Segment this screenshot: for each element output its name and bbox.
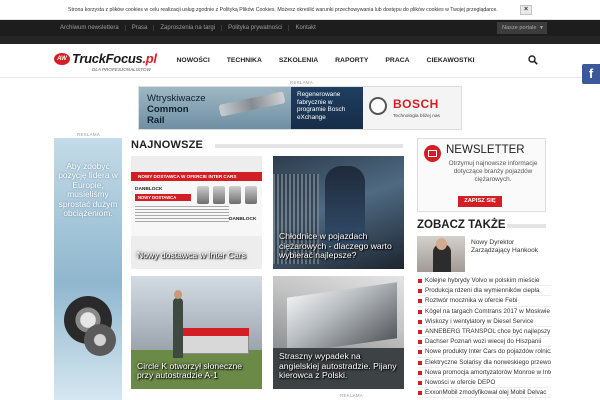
top-links: Archiwum newslettera Prasa Zaproszenia n… — [54, 20, 322, 36]
top-link-privacy[interactable]: Polityka prywatności — [222, 25, 290, 31]
top-link-archive[interactable]: Archiwum newslettera — [54, 25, 126, 31]
see-also-thumbnail[interactable] — [417, 236, 465, 272]
nav-item-tech[interactable]: TECHNIKA — [218, 57, 270, 64]
cookie-bar: Strona korzysta z plików cookies w celu … — [0, 0, 600, 20]
list-item[interactable]: Elektryczne Solarisy dla norweskiego prz… — [417, 358, 551, 368]
skyscraper-ad[interactable]: Aby zdobyć pozycję lidera w Europie, mus… — [54, 138, 122, 400]
envelope-icon — [428, 150, 437, 157]
banner-mid-text: Regenerowane fabrycznie w programie Bosc… — [297, 91, 346, 121]
bosch-slogan: Technologia bliżej nas — [393, 114, 440, 119]
top-bar-strip — [0, 36, 600, 44]
bosch-brand: BOSCH — [393, 97, 439, 111]
ad-label-top: REKLAMA — [290, 80, 314, 85]
newsletter-title: NEWSLETTER — [446, 144, 525, 156]
banner-brand-panel: BOSCH Technologia bliżej nas — [363, 87, 461, 129]
banner-injectors-panel: Wtryskiwacze Common Rail — [139, 87, 291, 129]
ad-label-bottom: REKLAMA — [340, 393, 364, 398]
injector-image — [218, 91, 286, 117]
brake-part-image — [197, 186, 209, 204]
brake-part-image — [245, 186, 257, 204]
nav-item-reports[interactable]: RAPORTY — [327, 57, 377, 64]
list-item[interactable]: Roztwór mocznika w ofercie Febi — [417, 296, 551, 307]
list-item[interactable]: Dachser Poznań wozi wiecej do Hiszpanii — [417, 337, 551, 348]
top-link-press[interactable]: Prasa — [126, 25, 155, 31]
top-link-contact[interactable]: Kontakt — [289, 25, 321, 31]
see-also-list: Kolejne hybrydy Volvo w polskim mieście … — [417, 276, 551, 399]
logo-name: TruckFocus — [72, 51, 143, 66]
news-tile[interactable]: Straszny wypadek na angielskiej autostra… — [273, 276, 404, 389]
tile-image — [131, 172, 262, 236]
list-item[interactable]: Nowe produkty Inter Cars do pojazdów rol… — [417, 347, 551, 358]
news-tile-title[interactable]: Chłodnice w pojazdach ciężarowych - dlac… — [279, 231, 397, 261]
main-nav: AW TruckFocus.pl DLA PROFESJONALISTÓW NO… — [0, 44, 600, 78]
list-item[interactable]: Wiskozy i wentylatory w Diesel Service — [417, 317, 551, 327]
newsletter-text: Otrzymuj najnowsze informacje dotyczące … — [448, 160, 538, 183]
brake-part-image — [213, 186, 225, 204]
section-divider — [215, 144, 403, 148]
tile-banner-text: NOWY DOSTAWCA W OFERCIE INTER CARS — [131, 172, 262, 181]
top-link-invitations[interactable]: Zaproszenia na targi — [154, 25, 223, 31]
cookie-text: Strona korzysta z plików cookies w celu … — [68, 7, 498, 13]
banner-left-title: Wtryskiwacze Common Rail — [147, 93, 206, 126]
tile-fine-print — [135, 206, 229, 224]
list-item[interactable]: Nowości w ofercie DEPO — [417, 378, 551, 389]
news-tile-title[interactable]: Circle K otworzył słoneczne przy autostr… — [137, 361, 255, 381]
list-item[interactable]: ANNEBERG TRANSPOL chce być najlepszy — [417, 327, 551, 338]
portals-label: Nasze portale — [502, 25, 537, 31]
tile-banner-text-2: NOWY DOSTAWCA — [135, 194, 191, 201]
news-tile[interactable]: Circle K otworzył słoneczne przy autostr… — [131, 276, 262, 389]
bosch-logo-icon — [369, 97, 387, 115]
bosch-banner-ad[interactable]: Wtryskiwacze Common Rail Regenerowane fa… — [138, 86, 462, 130]
list-item[interactable]: Kolejne hybrydy Volvo w polskim mieście — [417, 276, 551, 287]
site-logo[interactable]: AW TruckFocus.pl DLA PROFESJONALISTÓW — [54, 51, 164, 75]
logo-tld: .pl — [142, 51, 157, 66]
subscribe-button[interactable]: ZAPISZ SIĘ — [458, 196, 502, 207]
section-title-see-also: ZOBACZ TAKŻE — [417, 219, 506, 231]
facebook-icon[interactable]: f — [582, 64, 600, 84]
banner-left-line3: Rail — [147, 115, 165, 126]
hub-image — [84, 324, 116, 356]
banner-left-line1: Wtryskiwacze — [147, 93, 206, 104]
see-also-headline[interactable]: Nowy Dyrektor Zarządzający Hankook — [471, 239, 547, 256]
nav-item-curiosities[interactable]: CIEKAWOSTKI — [418, 57, 483, 64]
nav-item-news[interactable]: NOWOŚCI — [168, 57, 218, 64]
person-face — [436, 238, 447, 250]
list-item[interactable]: ExxonMobil zmodyfikował olej Mobil Delva… — [417, 388, 551, 399]
person-head — [174, 290, 182, 299]
list-item[interactable]: Kögel na targach Comtrans 2017 w Moskwie — [417, 307, 551, 317]
search-icon[interactable] — [528, 55, 538, 65]
wreck-image — [287, 282, 397, 354]
news-tile-title[interactable]: Nowy dostawca w Inter Cars — [137, 251, 255, 261]
top-bar: Archiwum newslettera Prasa Zaproszenia n… — [0, 20, 600, 36]
chevron-down-icon: ▼ — [539, 25, 544, 31]
news-tile[interactable]: NOWY DOSTAWCA W OFERCIE INTER CARS DANBL… — [131, 156, 262, 269]
news-tile[interactable]: Chłodnice w pojazdach ciężarowych - dlac… — [273, 156, 404, 269]
banner-mid-panel: Regenerowane fabrycznie w programie Bosc… — [291, 87, 363, 129]
news-tile-title[interactable]: Straszny wypadek na angielskiej autostra… — [279, 351, 397, 381]
nav-item-training[interactable]: SZKOLENIA — [270, 57, 326, 64]
logo-text: TruckFocus.pl — [72, 51, 157, 66]
tile-brand: DANBLOCK — [135, 187, 163, 192]
nav-item-jobs[interactable]: PRACA — [377, 57, 418, 64]
logo-mark: AW — [54, 53, 70, 65]
page: Strona korzysta z plików cookies w celu … — [0, 0, 600, 400]
brake-part-image — [229, 186, 241, 204]
cookie-close-button[interactable]: × — [520, 5, 532, 15]
skyscraper-text: Aby zdobyć pozycję lidera w Europie, mus… — [58, 161, 118, 219]
list-item[interactable]: Nowa promocja amortyzatorów Monroe w Int… — [417, 368, 551, 378]
section-title-latest: NAJNOWSZE — [131, 139, 204, 151]
list-item[interactable]: Produkcja rdzeni dla wymienników ciepła — [417, 286, 551, 297]
logo-tagline: DLA PROFESJONALISTÓW — [92, 67, 151, 72]
portals-dropdown[interactable]: Nasze portale ▼ — [497, 22, 547, 34]
see-also-divider — [507, 224, 546, 228]
tile-logo: DANBLOCK — [229, 217, 257, 222]
nav-items: NOWOŚCI TECHNIKA SZKOLENIA RAPORTY PRACA… — [168, 44, 483, 77]
truck-stripe — [179, 328, 249, 336]
banner-left-line2: Common — [147, 104, 189, 115]
ad-label-left: REKLAMA — [77, 132, 101, 137]
person-image — [173, 298, 183, 358]
